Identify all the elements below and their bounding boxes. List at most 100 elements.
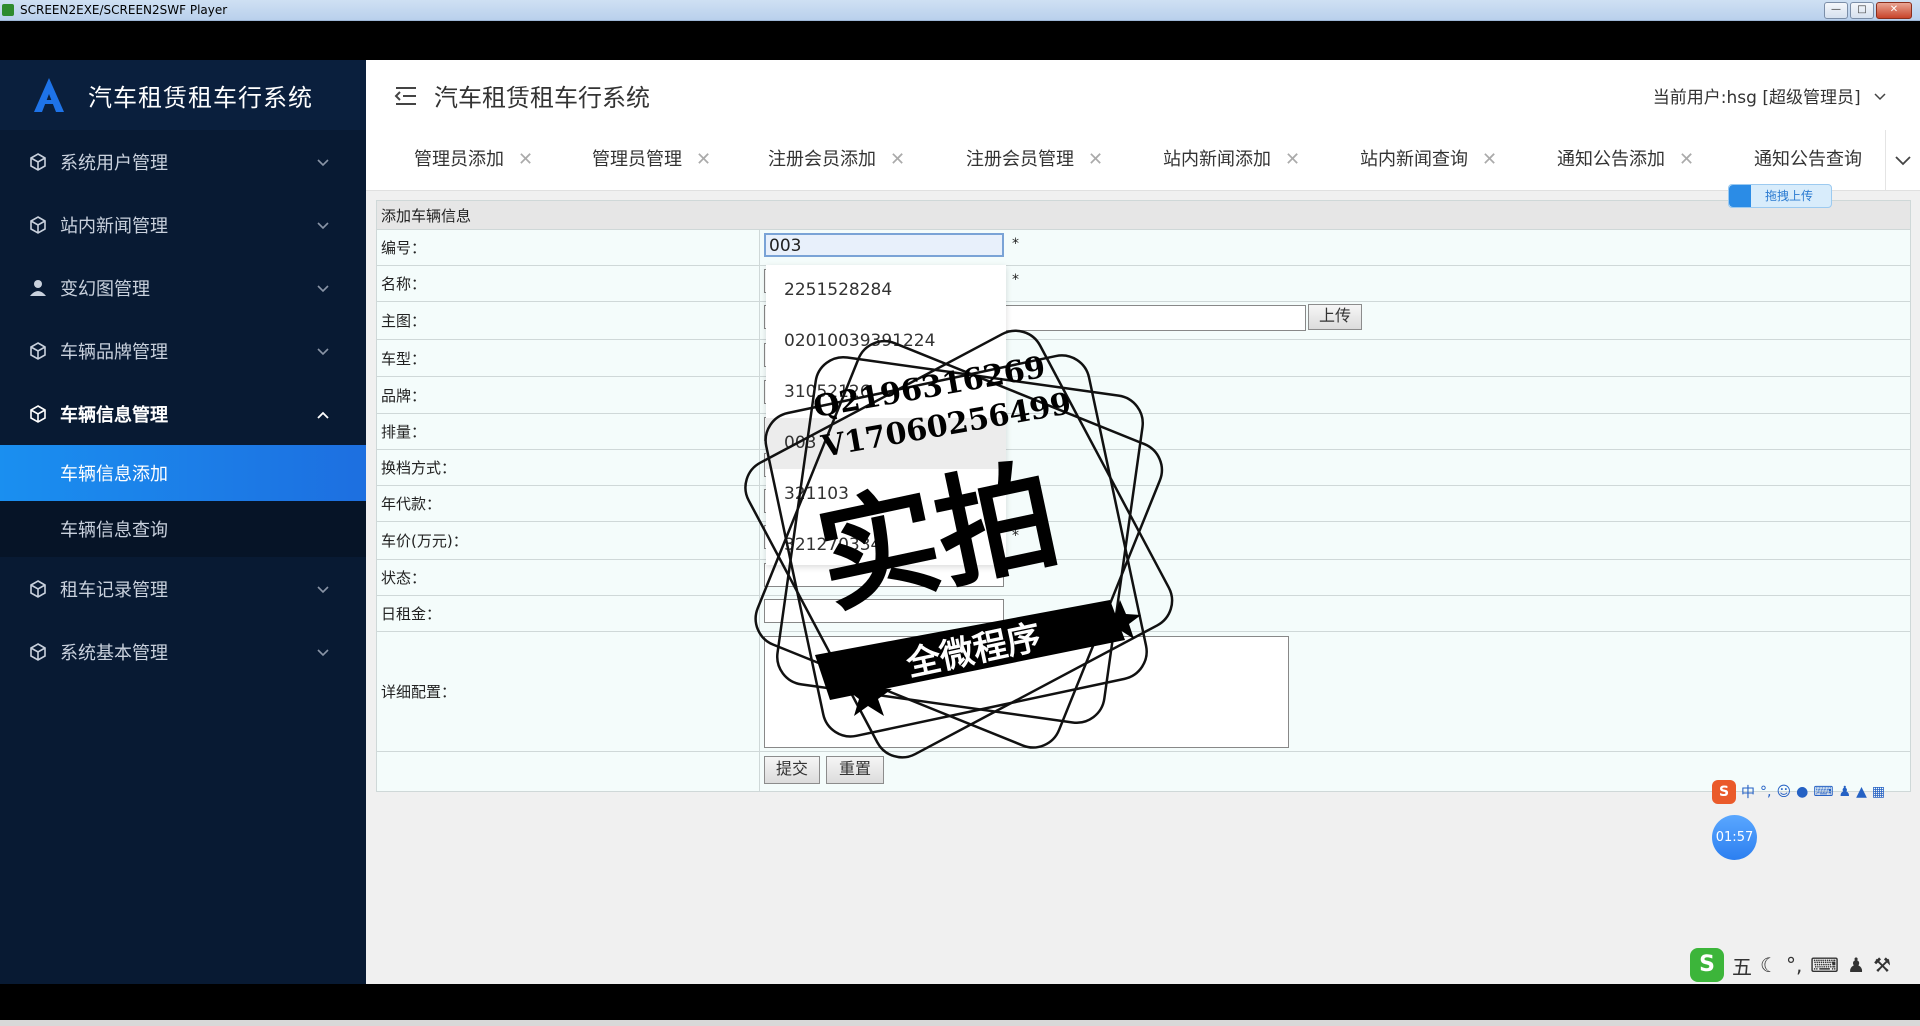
recording-timer[interactable]: 01:57 — [1712, 815, 1757, 860]
tab-label: 管理员添加 — [414, 149, 504, 170]
sidebar-item-system-users[interactable]: 系统用户管理 — [0, 130, 366, 193]
field-label: 排量： — [376, 413, 760, 450]
app-icon — [2, 4, 14, 16]
drag-upload-widget[interactable]: 拖拽上传 — [1728, 184, 1832, 208]
form-caption: 添加车辆信息 — [376, 200, 1911, 230]
tab-notice-query[interactable]: 通知公告查询 — [1754, 130, 1862, 190]
autocomplete-option[interactable]: 321270334 — [766, 520, 1006, 571]
drag-upload-label: 拖拽上传 — [1765, 189, 1814, 203]
autocomplete-option[interactable]: 2251528284 — [766, 265, 1006, 316]
moon-icon[interactable]: ☾ — [1760, 953, 1778, 977]
config-textarea[interactable] — [764, 636, 1289, 748]
close-icon[interactable]: ✕ — [1482, 149, 1497, 170]
minimize-button[interactable]: — — [1824, 2, 1848, 19]
field-label: 状态： — [376, 559, 760, 596]
player-titlebar: SCREEN2EXE/SCREEN2SWF Player — □ ✕ — [0, 0, 1920, 21]
sidebar-item-rental-records[interactable]: 租车记录管理 — [0, 557, 366, 620]
sidebar-item-news[interactable]: 站内新闻管理 — [0, 193, 366, 256]
mic-icon[interactable]: ● — [1796, 784, 1808, 800]
code-input[interactable]: 003 — [764, 233, 1004, 257]
chevron-down-icon — [316, 343, 330, 357]
config-cell — [759, 631, 1911, 752]
tab-admin-add[interactable]: 管理员添加 ✕ — [414, 130, 533, 190]
close-icon[interactable]: ✕ — [696, 149, 711, 170]
vehicle-form: 添加车辆信息 编号： 003 * 名称： * 主图： 上传 车型： 品牌： 排量… — [376, 200, 1911, 792]
chevron-down-icon — [316, 154, 330, 168]
tab-label: 通知公告添加 — [1557, 149, 1665, 170]
current-user-label: 当前用户:hsg [超级管理员] — [1652, 88, 1861, 108]
brand: 汽车租赁租车行系统 — [0, 60, 366, 130]
chevron-down-icon — [1874, 88, 1886, 101]
field-label: 换档方式： — [376, 449, 760, 486]
chevron-down-icon — [316, 217, 330, 231]
chevron-down-icon — [316, 280, 330, 294]
field-label: 车价(万元)： — [376, 521, 760, 560]
shirt-icon[interactable]: ▲ — [1856, 784, 1867, 800]
user-icon — [28, 278, 48, 298]
cube-icon — [28, 579, 48, 599]
brand-title: 汽车租赁租车行系统 — [88, 83, 313, 112]
required-mark: * — [1012, 236, 1019, 252]
sogou-icon[interactable]: S — [1712, 780, 1736, 804]
maximize-button[interactable]: □ — [1850, 2, 1874, 19]
cube-icon — [28, 152, 48, 172]
code-cell: 003 * — [759, 229, 1911, 266]
punct-icon[interactable]: °, — [1760, 784, 1771, 800]
tab-member-add[interactable]: 注册会员添加 ✕ — [768, 130, 905, 190]
ime2-mode[interactable]: 五 — [1732, 951, 1752, 980]
tabs-more-button[interactable] — [1885, 130, 1920, 190]
image-path-input[interactable] — [1004, 305, 1306, 331]
close-icon[interactable]: ✕ — [1088, 149, 1103, 170]
sidebar-item-label: 车辆品牌管理 — [60, 341, 168, 363]
close-icon[interactable]: ✕ — [1285, 149, 1300, 170]
menu-toggle-icon[interactable] — [394, 85, 418, 107]
sidebar-item-system-basic[interactable]: 系统基本管理 — [0, 620, 366, 683]
sidebar-subitem-vehicle-query[interactable]: 车辆信息查询 — [0, 501, 366, 557]
main-area: 汽车租赁租车行系统 当前用户:hsg [超级管理员] 管理员添加 ✕ 管理员管理 ✕… — [366, 60, 1920, 984]
close-icon[interactable]: ✕ — [1679, 149, 1694, 170]
user-icon[interactable]: ♟ — [1847, 953, 1865, 977]
sogou-icon[interactable]: S — [1690, 948, 1724, 982]
keyboard-icon[interactable]: ⌨ — [1813, 784, 1833, 800]
keyboard-icon[interactable]: ⌨ — [1810, 953, 1839, 977]
tab-label: 注册会员添加 — [768, 149, 876, 170]
close-icon[interactable]: ✕ — [890, 149, 905, 170]
wrench-icon[interactable]: ⚒ — [1873, 953, 1891, 977]
user-icon[interactable]: ♟ — [1839, 784, 1852, 800]
close-button[interactable]: ✕ — [1876, 2, 1912, 19]
header: 汽车租赁租车行系统 当前用户:hsg [超级管理员] — [366, 60, 1920, 131]
sidebar-subitem-vehicle-add[interactable]: 车辆信息添加 — [0, 445, 366, 501]
tab-news-add[interactable]: 站内新闻添加 ✕ — [1163, 130, 1300, 190]
autocomplete-option[interactable]: 003 — [766, 418, 1006, 469]
punct-icon[interactable]: °, — [1786, 953, 1802, 977]
reset-button[interactable]: 重置 — [826, 756, 884, 784]
tab-notice-add[interactable]: 通知公告添加 ✕ — [1557, 130, 1694, 190]
required-mark: * — [1012, 272, 1019, 288]
ime-mode[interactable]: 中 — [1741, 782, 1755, 802]
chevron-down-icon — [316, 581, 330, 595]
sidebar-item-carousel[interactable]: 变幻图管理 — [0, 256, 366, 319]
field-label: 日租金： — [376, 595, 760, 632]
field-label: 名称： — [376, 265, 760, 302]
grid-icon[interactable]: ▦ — [1872, 784, 1885, 800]
emoji-icon[interactable]: ☺ — [1776, 784, 1791, 800]
sidebar-item-vehicles[interactable]: 车辆信息管理 — [0, 382, 366, 445]
submit-button[interactable]: 提交 — [764, 756, 820, 784]
autocomplete-option[interactable]: 02010039391224 — [766, 316, 1006, 367]
sidebar-item-label: 变幻图管理 — [60, 278, 150, 300]
autocomplete-option[interactable]: 321103 — [766, 469, 1006, 520]
daily-rent-input[interactable] — [764, 599, 1004, 623]
cube-icon — [28, 215, 48, 235]
upload-button[interactable]: 上传 — [1308, 304, 1362, 330]
ime-toolbar-2: S 五 ☾ °, ⌨ ♟ ⚒ — [1690, 948, 1920, 982]
tab-admin-manage[interactable]: 管理员管理 ✕ — [592, 130, 711, 190]
sidebar-item-label: 系统用户管理 — [60, 152, 168, 174]
current-user-menu[interactable]: 当前用户:hsg [超级管理员] — [1653, 83, 1886, 108]
sidebar-item-brands[interactable]: 车辆品牌管理 — [0, 319, 366, 382]
tab-news-query[interactable]: 站内新闻查询 ✕ — [1360, 130, 1497, 190]
close-icon[interactable]: ✕ — [518, 149, 533, 170]
tab-member-manage[interactable]: 注册会员管理 ✕ — [966, 130, 1103, 190]
actions-label-cell — [376, 751, 760, 792]
autocomplete-option[interactable]: 31052126 — [766, 367, 1006, 418]
field-label: 主图： — [376, 301, 760, 340]
